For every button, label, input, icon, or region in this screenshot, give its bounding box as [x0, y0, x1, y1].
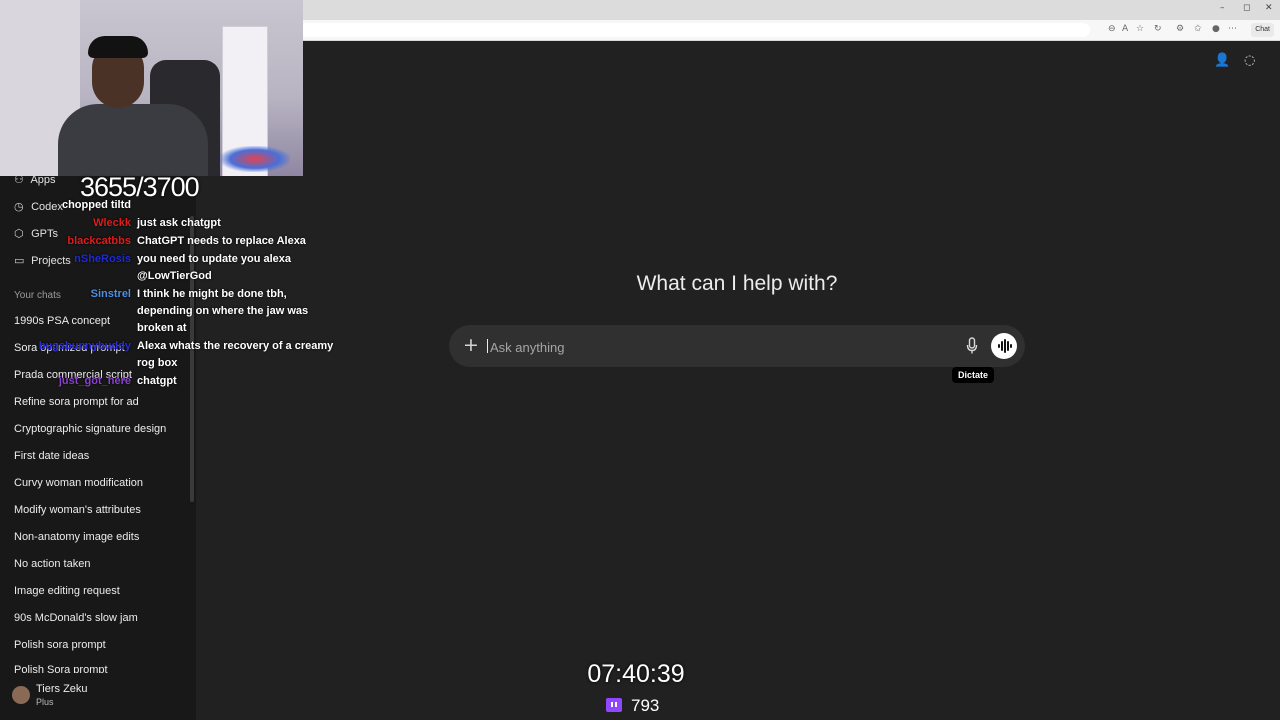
prompt-input[interactable] [488, 336, 912, 358]
microphone-icon[interactable] [965, 335, 979, 357]
codex-icon: ◷ [14, 200, 24, 213]
refresh-icon[interactable]: ↻ [1154, 24, 1162, 34]
chat-list-item[interactable]: Non-anatomy image edits [14, 531, 190, 543]
sidebar-item-label: Projects [31, 255, 71, 267]
dictate-tooltip: Dictate [952, 367, 994, 383]
gpts-icon: ⬡ [14, 227, 24, 240]
chat-list-item[interactable]: 90s McDonald's slow jam [14, 612, 190, 624]
page-title: What can I help with? [636, 272, 838, 295]
more-menu-icon[interactable]: ⋯ [1228, 24, 1237, 34]
chat-message: I think he might be done tbh, [137, 288, 287, 300]
temporary-chat-icon[interactable]: ◌ [1244, 53, 1255, 68]
chat-username: bugsbunnybuddy [38, 340, 131, 352]
maximize-button[interactable]: ◻ [1243, 3, 1250, 13]
chat-list-item[interactable]: Refine sora prompt for ad [14, 396, 190, 408]
prompt-composer: + [449, 325, 1025, 367]
chat-message: chatgpt [137, 375, 177, 387]
folder-icon: ▭ [14, 254, 25, 267]
add-attachment-button[interactable]: + [463, 334, 479, 356]
chat-list-item[interactable]: Modify woman's attributes [14, 504, 190, 516]
chat-list-item[interactable]: Polish sora prompt [14, 639, 190, 651]
voice-wave-bar [1007, 341, 1009, 351]
sidebar-item-label: GPTs [31, 228, 58, 240]
chat-message: rog box [137, 357, 178, 369]
favorite-star-icon[interactable]: ☆ [1136, 24, 1144, 34]
webcam-lamp [220, 146, 290, 172]
favorites-bar-icon[interactable]: ✩ [1194, 24, 1202, 34]
chat-username: Wleckk [93, 217, 131, 229]
address-bar[interactable] [300, 23, 1090, 37]
avatar [12, 686, 30, 704]
webcam-person-hair [88, 36, 148, 58]
chat-message: just ask chatgpt [137, 217, 221, 229]
viewer-count-value: 793 [631, 696, 660, 715]
twitch-icon [606, 698, 622, 712]
sidebar-item-gpts[interactable]: ⬡ GPTs [14, 227, 58, 240]
zoom-icon[interactable]: ⊖ [1108, 24, 1116, 34]
read-aloud-icon[interactable]: A [1122, 24, 1128, 34]
chat-message: ChatGPT needs to replace Alexa [137, 235, 306, 247]
profile-icon[interactable]: ● [1212, 24, 1220, 34]
chat-list-item[interactable]: First date ideas [14, 450, 190, 462]
chat-list-item[interactable]: No action taken [14, 558, 190, 570]
add-people-icon[interactable]: 👤 [1214, 53, 1230, 68]
stream-timer: 07:40:39 [587, 660, 685, 688]
chat-list-item[interactable]: Curvy woman modification [14, 477, 190, 489]
chat-username: blackcatbbs [67, 235, 131, 247]
webcam-feed [0, 0, 303, 176]
chat-message: depending on where the jaw was [137, 305, 309, 317]
close-window-button[interactable]: ✕ [1265, 3, 1273, 13]
copilot-chat-button[interactable]: Chat [1251, 23, 1274, 37]
chat-message: you need to update you alexa [137, 253, 292, 265]
extensions-icon[interactable]: ⚙ [1176, 24, 1184, 34]
chat-list-item[interactable]: Image editing request [14, 585, 190, 597]
sidebar-item-codex[interactable]: ◷ Codex [14, 200, 63, 213]
chat-username: just_got_here [58, 375, 131, 387]
voice-mode-button[interactable] [991, 333, 1017, 359]
chat-username: Sinstrel [90, 288, 131, 300]
chat-message: Alexa whats the recovery of a creamy [137, 340, 334, 352]
sidebar-item-projects[interactable]: ▭ Projects [14, 254, 71, 267]
minimize-button[interactable]: – [1220, 3, 1225, 13]
sidebar-item-label: Codex [31, 201, 63, 213]
webcam-person-body [58, 104, 208, 176]
user-plan: Plus [36, 697, 54, 707]
chat-message: broken at [137, 322, 187, 334]
user-name: Tiers Zeku [36, 683, 88, 695]
voice-wave-icon [998, 344, 1000, 348]
voice-wave-bar [1010, 344, 1012, 348]
chat-message: @LowTierGod [137, 270, 212, 282]
voice-wave-bar [1004, 339, 1006, 353]
chat-username: chopped tiltd [61, 199, 131, 211]
your-chats-heading: Your chats [14, 290, 61, 301]
chat-list-item[interactable]: Polish Sora prompt [14, 664, 190, 673]
chat-username: nSheRosis [74, 253, 131, 265]
voice-wave-bar [1001, 341, 1003, 351]
chat-list-item[interactable]: Cryptographic signature design [14, 423, 190, 435]
